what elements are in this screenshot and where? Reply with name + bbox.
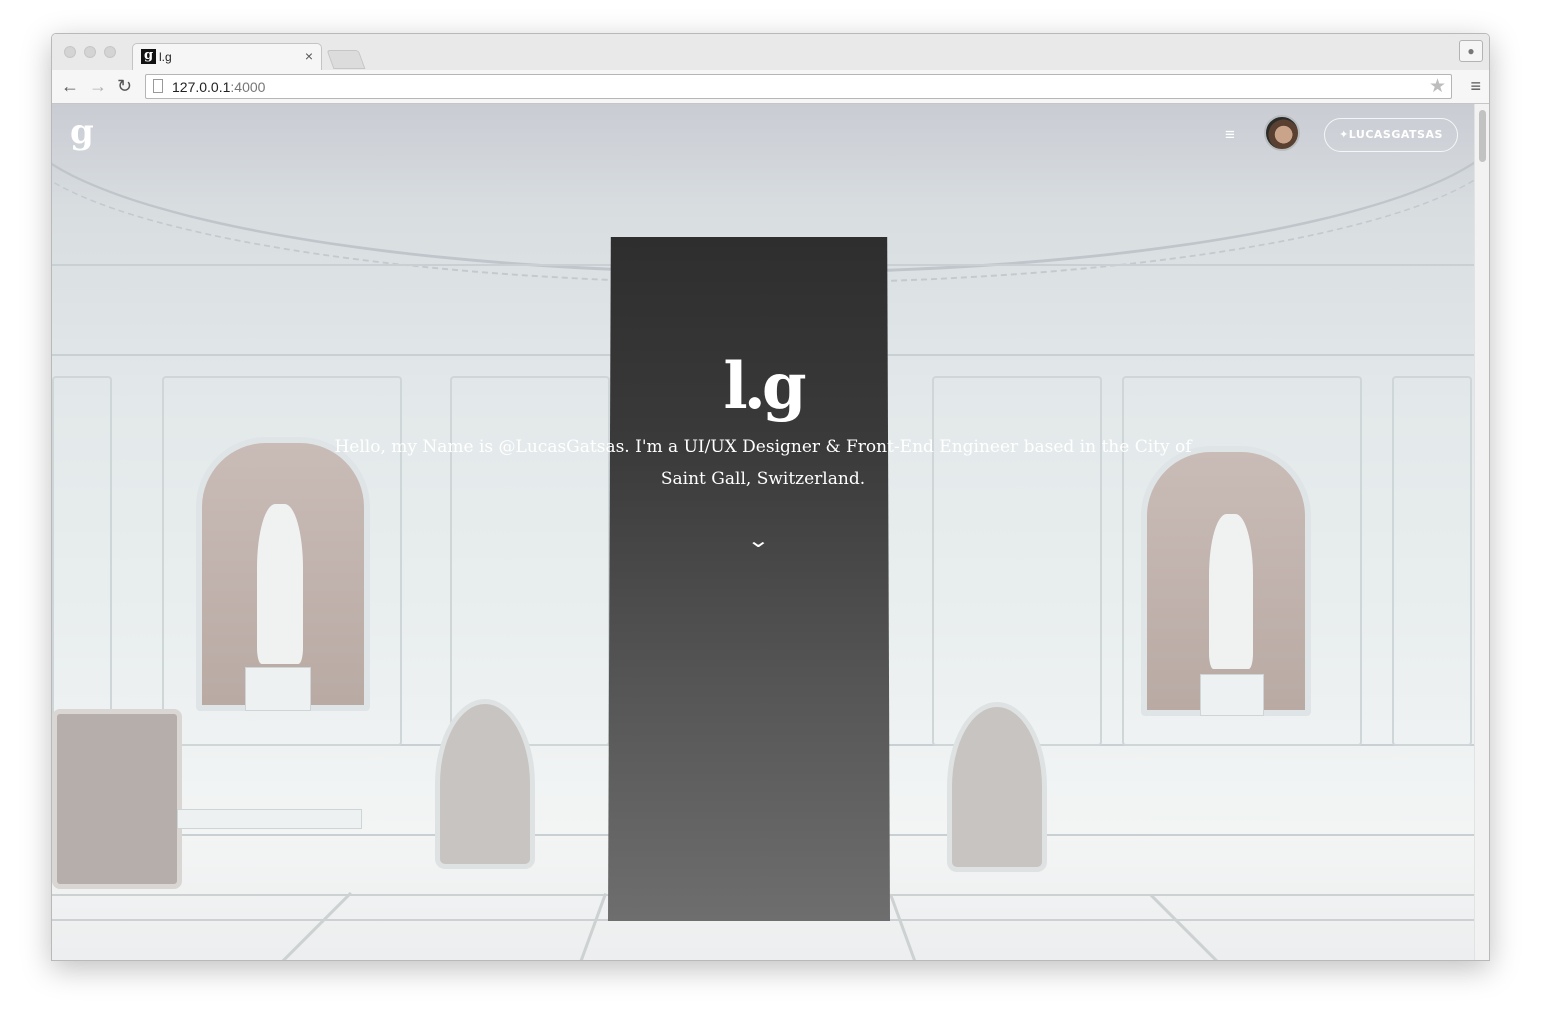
- url-text: 127.0.0.1:4000: [172, 79, 265, 95]
- minimize-window-button[interactable]: [84, 46, 96, 58]
- wall-panel: [52, 376, 112, 746]
- url-port: :4000: [230, 79, 266, 95]
- chair-right: [947, 702, 1047, 872]
- page-icon: [153, 79, 163, 93]
- wall-panel: [1392, 376, 1472, 746]
- floor-line: [257, 891, 352, 960]
- twitter-follow-button[interactable]: ✦LUCASGATSAS: [1324, 118, 1458, 152]
- pedestal-right: [1200, 674, 1264, 716]
- browser-tab[interactable]: g l.g ×: [132, 43, 322, 70]
- hero-logo: l.g: [723, 349, 806, 424]
- browser-menu-icon[interactable]: ≡: [1470, 76, 1481, 97]
- forward-button[interactable]: →: [89, 76, 107, 96]
- floor-line: [566, 892, 607, 960]
- profile-button[interactable]: ●: [1459, 40, 1483, 62]
- reload-button[interactable]: ↻: [117, 76, 132, 96]
- tab-strip: g l.g × ●: [52, 34, 1489, 70]
- scrollbar-thumb[interactable]: [1479, 110, 1486, 162]
- statue-right: [1209, 514, 1253, 669]
- chevron-down-icon[interactable]: ⌄: [747, 528, 770, 553]
- side-table: [177, 809, 362, 829]
- floor-line: [1149, 894, 1244, 960]
- monolith: [608, 237, 890, 921]
- hamburger-menu-icon[interactable]: ≡: [1225, 125, 1235, 145]
- intro-text: Hello, my Name is @LucasGatsas. I'm a UI…: [334, 437, 1192, 489]
- twitter-icon: ✦: [1339, 128, 1349, 141]
- scrollbar[interactable]: [1474, 104, 1489, 960]
- avatar[interactable]: [1264, 115, 1300, 151]
- sofa: [52, 709, 182, 889]
- chair-left: [435, 699, 535, 869]
- maximize-window-button[interactable]: [104, 46, 116, 58]
- new-tab-button[interactable]: [326, 50, 366, 69]
- floor-line: [889, 894, 930, 960]
- page-viewport: g ≡ ✦LUCASGATSAS l.g Hello, my Name is @…: [52, 104, 1474, 960]
- browser-toolbar: ← → ↻ 127.0.0.1:4000 ★ ≡: [52, 70, 1489, 104]
- address-bar[interactable]: 127.0.0.1:4000 ★: [145, 74, 1452, 99]
- url-host: 127.0.0.1: [172, 79, 231, 95]
- pedestal-left: [245, 667, 311, 711]
- close-window-button[interactable]: [64, 46, 76, 58]
- bookmark-star-icon[interactable]: ★: [1429, 75, 1446, 98]
- site-logo[interactable]: g: [70, 112, 94, 152]
- tab-title: l.g: [159, 50, 172, 64]
- tab-close-icon[interactable]: ×: [305, 48, 313, 64]
- favicon-icon: g: [141, 49, 156, 64]
- back-button[interactable]: ←: [61, 76, 79, 96]
- twitter-handle: LUCASGATSAS: [1348, 128, 1443, 141]
- statue-left: [257, 504, 303, 664]
- browser-window: g l.g × ● ← → ↻ 127.0.0.1:4000 ★ ≡ g ≡ ✦…: [51, 33, 1490, 961]
- person-icon: ●: [1467, 44, 1475, 58]
